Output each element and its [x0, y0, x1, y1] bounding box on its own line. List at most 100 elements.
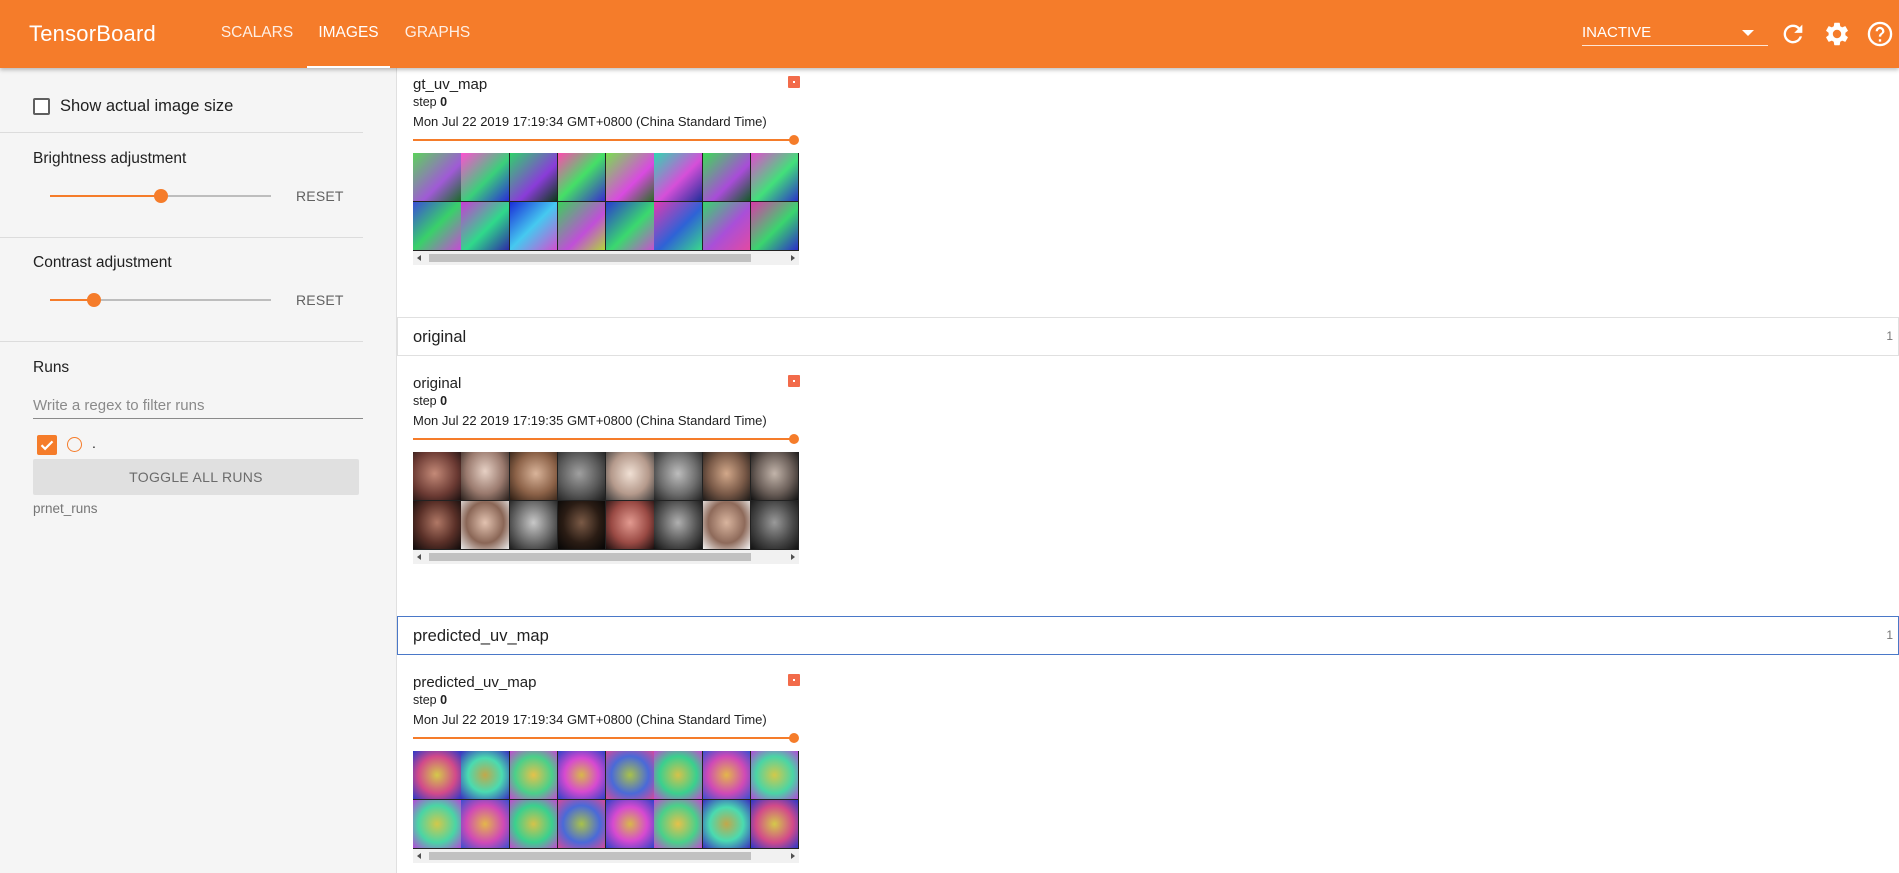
card-step: step 0	[413, 394, 448, 408]
slider-knob[interactable]	[789, 434, 799, 444]
image-thumbnail	[750, 202, 799, 250]
image-thumbnail	[606, 800, 654, 848]
contrast-reset-button[interactable]: RESET	[296, 292, 344, 308]
logdir-label: prnet_runs	[33, 501, 98, 516]
divider	[0, 132, 363, 133]
toggle-all-runs-button[interactable]: TOGGLE ALL RUNS	[33, 459, 359, 495]
contrast-slider[interactable]	[50, 290, 271, 310]
image-thumbnail	[654, 501, 702, 549]
tab-scalars[interactable]: SCALARS	[211, 0, 303, 68]
app-title: TensorBoard	[29, 21, 156, 46]
slider-knob[interactable]	[87, 293, 102, 307]
image-thumbnail	[654, 202, 702, 250]
settings-icon[interactable]	[1823, 20, 1851, 48]
tab-graphs[interactable]: GRAPHS	[395, 0, 480, 68]
group-header-original[interactable]: original 1	[397, 317, 1899, 356]
image-thumbnail	[509, 153, 557, 201]
image-thumbnail	[413, 202, 461, 250]
image-thumbnail	[461, 501, 509, 549]
dashboard-select-value: INACTIVE	[1582, 24, 1652, 41]
image-card: gt_uv_map step 0 Mon Jul 22 2019 17:19:3…	[413, 76, 800, 266]
image-thumbnail	[557, 501, 606, 549]
image-thumbnail	[557, 751, 606, 799]
run-name: .	[92, 435, 96, 451]
image-thumbnail	[509, 202, 557, 250]
run-color-radio[interactable]	[67, 437, 82, 452]
run-checkbox[interactable]	[37, 435, 57, 455]
step-slider[interactable]	[413, 733, 799, 743]
scroll-right-icon	[791, 853, 795, 859]
slider-knob[interactable]	[153, 189, 168, 203]
group-count: 1	[1886, 329, 1893, 343]
image-thumbnail	[702, 751, 750, 799]
horizontal-scrollbar[interactable]	[413, 251, 799, 265]
step-slider[interactable]	[413, 135, 799, 145]
image-thumbnail	[509, 501, 557, 549]
group-name: predicted_uv_map	[413, 627, 549, 645]
sidebar: Show actual image size Brightness adjust…	[0, 68, 397, 873]
main-content: gt_uv_map step 0 Mon Jul 22 2019 17:19:3…	[397, 68, 1899, 873]
card-step: step 0	[413, 693, 448, 707]
chevron-down-icon	[1742, 30, 1754, 36]
image-thumbnail	[461, 202, 509, 250]
brightness-reset-button[interactable]: RESET	[296, 188, 344, 204]
card-timestamp: Mon Jul 22 2019 17:19:35 GMT+0800 (China…	[413, 413, 767, 428]
image-thumbnail	[557, 202, 606, 250]
expand-icon[interactable]	[788, 674, 800, 686]
slider-knob[interactable]	[789, 135, 799, 145]
image-card: original step 0 Mon Jul 22 2019 17:19:35…	[413, 375, 800, 565]
refresh-icon[interactable]	[1779, 20, 1807, 48]
image-thumbnail	[557, 452, 606, 500]
image-thumbnail	[606, 202, 654, 250]
step-slider[interactable]	[413, 434, 799, 444]
expand-icon[interactable]	[788, 375, 800, 387]
show-actual-size-checkbox[interactable]: Show actual image size	[33, 97, 233, 116]
image-card: predicted_uv_map step 0 Mon Jul 22 2019 …	[413, 674, 800, 864]
image-thumbnail	[750, 153, 799, 201]
image-thumbnail	[461, 800, 509, 848]
brightness-slider[interactable]	[50, 186, 271, 206]
image-grid	[413, 452, 799, 550]
image-thumbnail	[702, 800, 750, 848]
contrast-title: Contrast adjustment	[33, 254, 172, 271]
image-thumbnail	[702, 153, 750, 201]
image-thumbnail	[654, 452, 702, 500]
image-thumbnail	[750, 800, 799, 848]
horizontal-scrollbar[interactable]	[413, 550, 799, 564]
image-thumbnail	[606, 501, 654, 549]
group-header-predicted-uv-map[interactable]: predicted_uv_map 1	[397, 616, 1899, 655]
dashboard-select[interactable]: INACTIVE	[1582, 18, 1768, 46]
checkbox-box[interactable]	[33, 98, 50, 115]
runs-filter-input[interactable]	[33, 392, 363, 419]
scroll-left-icon	[417, 554, 421, 560]
image-thumbnail	[702, 452, 750, 500]
image-thumbnail	[606, 452, 654, 500]
tab-images[interactable]: IMAGES	[307, 0, 390, 68]
image-thumbnail	[750, 751, 799, 799]
horizontal-scrollbar[interactable]	[413, 849, 799, 863]
image-grid	[413, 153, 799, 251]
image-thumbnail	[750, 501, 799, 549]
image-thumbnail	[606, 751, 654, 799]
expand-icon[interactable]	[788, 76, 800, 88]
image-thumbnail	[509, 800, 557, 848]
slider-knob[interactable]	[789, 733, 799, 743]
scroll-right-icon	[791, 554, 795, 560]
image-thumbnail	[413, 501, 461, 549]
card-timestamp: Mon Jul 22 2019 17:19:34 GMT+0800 (China…	[413, 114, 767, 129]
image-thumbnail	[654, 800, 702, 848]
image-thumbnail	[413, 751, 461, 799]
top-app-bar: TensorBoard SCALARS IMAGES GRAPHS INACTI…	[0, 0, 1899, 68]
check-icon	[40, 440, 54, 451]
image-thumbnail	[461, 153, 509, 201]
scroll-left-icon	[417, 853, 421, 859]
image-thumbnail	[606, 153, 654, 201]
card-title: gt_uv_map	[413, 76, 488, 93]
card-timestamp: Mon Jul 22 2019 17:19:34 GMT+0800 (China…	[413, 712, 767, 727]
help-icon[interactable]	[1866, 20, 1894, 48]
image-thumbnail	[509, 751, 557, 799]
brightness-title: Brightness adjustment	[33, 150, 187, 167]
group-name: original	[413, 328, 467, 346]
image-thumbnail	[654, 751, 702, 799]
image-thumbnail	[654, 153, 702, 201]
